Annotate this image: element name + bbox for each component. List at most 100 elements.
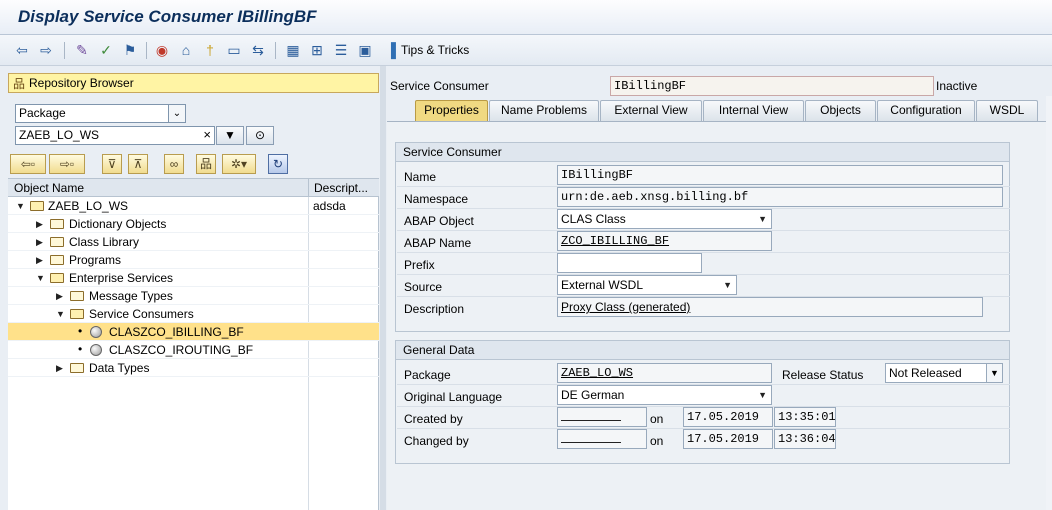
repository-browser-pane: 品 Repository Browser Package ⌄ ZAEB_LO_W…: [0, 66, 386, 510]
created-by-field[interactable]: [557, 407, 647, 427]
tree-node-ibilling-consumer[interactable]: • CLASZCO_IBILLING_BF: [8, 323, 379, 341]
object-name-input[interactable]: ZAEB_LO_WS ×: [15, 126, 215, 145]
repository-browser-button[interactable]: 品 Repository Browser: [8, 73, 379, 93]
original-language-value: DE German: [561, 388, 625, 402]
release-status-select[interactable]: Not Released ▼: [885, 363, 1003, 383]
package-folder-icon: [30, 201, 44, 211]
column-object-name[interactable]: Object Name: [14, 181, 84, 195]
tree-label: ZAEB_LO_WS: [48, 199, 129, 213]
collapse-triangle-icon[interactable]: ▼: [16, 199, 25, 213]
dropdown-history-button[interactable]: ▼: [216, 126, 244, 145]
stack-icon[interactable]: ⊞: [309, 42, 325, 58]
object-list-icon[interactable]: ⌂: [178, 42, 194, 58]
source-select[interactable]: External WSDL ▼: [557, 275, 737, 295]
expand-triangle-icon[interactable]: ▶: [36, 253, 43, 267]
tree-node-programs[interactable]: ▶ Programs: [8, 251, 379, 269]
tree-node-dictionary-objects[interactable]: ▶ Dictionary Objects: [8, 215, 379, 233]
tree-label: CLASZCO_IROUTING_BF: [109, 343, 254, 357]
name-field[interactable]: IBillingBF: [557, 165, 1003, 185]
changed-date-field[interactable]: 17.05.2019: [683, 429, 773, 449]
tab-internal-view[interactable]: Internal View: [703, 100, 804, 121]
screen-icon[interactable]: ▣: [357, 42, 373, 58]
hierarchy-icon[interactable]: ▦: [285, 42, 301, 58]
object-type-select[interactable]: Package ⌄: [15, 104, 186, 123]
tree-label: Programs: [69, 253, 122, 267]
display-glasses-icon[interactable]: ⊙: [246, 126, 274, 145]
expand-triangle-icon[interactable]: ▶: [56, 361, 63, 375]
tree-node-class-library[interactable]: ▶ Class Library: [8, 233, 379, 251]
abap-name-field[interactable]: ZCO_IBILLING_BF: [557, 231, 772, 251]
expand-triangle-icon[interactable]: ▶: [56, 289, 63, 303]
forward-arrow-icon[interactable]: ⇨: [38, 42, 54, 58]
navigate-icon[interactable]: ▭: [226, 42, 242, 58]
tab-objects[interactable]: Objects: [805, 100, 876, 121]
other-object-icon[interactable]: †: [202, 42, 218, 58]
tree-node-enterprise-services[interactable]: ▼ Enterprise Services: [8, 269, 379, 287]
tab-name-problems[interactable]: Name Problems: [489, 100, 599, 121]
tab-wsdl[interactable]: WSDL: [976, 100, 1038, 121]
window-title: Display Service Consumer IBillingBF: [18, 7, 317, 26]
back-arrow-icon[interactable]: ⇦: [14, 42, 30, 58]
tree-node-data-types[interactable]: ▶ Data Types: [8, 359, 379, 377]
tab-configuration[interactable]: Configuration: [877, 100, 975, 121]
folder-open-icon: [70, 309, 84, 319]
prefix-field[interactable]: [557, 253, 702, 273]
changed-by-field[interactable]: [557, 429, 647, 449]
description-label: Description: [404, 302, 465, 316]
next-object-button[interactable]: ⇨▫: [49, 154, 85, 174]
chevron-down-icon[interactable]: ▼: [986, 364, 1002, 382]
chevron-down-icon[interactable]: ▼: [758, 210, 767, 228]
expand-triangle-icon[interactable]: ▶: [36, 235, 43, 249]
tips-icon[interactable]: ▐: [383, 42, 399, 58]
description-field[interactable]: Proxy Class (generated): [557, 297, 983, 317]
collapse-icon[interactable]: ⊼: [128, 154, 148, 174]
tree-node-package[interactable]: ▼ ZAEB_LO_WS adsda: [8, 197, 379, 215]
activate-icon[interactable]: ⚑: [122, 42, 138, 58]
package-field[interactable]: ZAEB_LO_WS: [557, 363, 772, 383]
release-status-label: Release Status: [782, 368, 864, 382]
general-data-group: General Data Package ZAEB_LO_WS Release …: [395, 340, 1010, 464]
collapse-triangle-icon[interactable]: ▼: [36, 271, 45, 285]
tab-external-view[interactable]: External View: [600, 100, 702, 121]
tree-header: Object Name Descript...: [8, 178, 379, 197]
bullet-icon: •: [78, 342, 83, 356]
chevron-down-icon[interactable]: ▼: [758, 386, 767, 404]
service-consumer-label: Service Consumer: [390, 79, 489, 93]
column-description[interactable]: Descript...: [314, 181, 368, 195]
tab-properties[interactable]: Properties: [415, 100, 488, 121]
previous-object-button[interactable]: ⇦▫: [10, 154, 46, 174]
find-binoculars-icon[interactable]: ∞: [164, 154, 184, 174]
original-language-select[interactable]: DE German ▼: [557, 385, 772, 405]
chevron-down-icon[interactable]: ▼: [723, 276, 732, 294]
changed-time-field[interactable]: 13:36:04: [774, 429, 836, 449]
display-object-list-icon[interactable]: ⇆: [250, 42, 266, 58]
tree-node-service-consumers[interactable]: ▼ Service Consumers: [8, 305, 379, 323]
object-name-value: ZAEB_LO_WS: [19, 128, 100, 142]
tree-node-message-types[interactable]: ▶ Message Types: [8, 287, 379, 305]
abap-name-value: ZCO_IBILLING_BF: [561, 234, 670, 248]
created-on-label: on: [650, 412, 664, 426]
vertical-scrollbar[interactable]: [1046, 96, 1052, 510]
check-icon[interactable]: ✓: [98, 42, 114, 58]
namespace-field[interactable]: urn:de.aeb.xnsg.billing.bf: [557, 187, 1003, 207]
created-date-field[interactable]: 17.05.2019: [683, 407, 773, 427]
created-time-field[interactable]: 13:35:01: [774, 407, 836, 427]
expand-triangle-icon[interactable]: ▶: [36, 217, 43, 231]
clear-icon[interactable]: ×: [203, 127, 211, 143]
folder-icon: [70, 291, 84, 301]
edit-icon[interactable]: ✎: [74, 42, 90, 58]
settings-icon[interactable]: ✲▾: [222, 154, 256, 174]
refresh-icon[interactable]: ↻: [268, 154, 288, 174]
info-icon[interactable]: ☰: [333, 42, 349, 58]
chevron-down-icon[interactable]: ⌄: [168, 105, 185, 122]
collapse-triangle-icon[interactable]: ▼: [56, 307, 65, 321]
abap-object-value: CLAS Class: [561, 212, 626, 226]
service-consumer-field[interactable]: IBillingBF: [610, 76, 934, 96]
toolbar-separator: [275, 42, 276, 59]
where-used-icon[interactable]: ◉: [154, 42, 170, 58]
tree-hierarchy-icon[interactable]: 品: [196, 154, 216, 174]
expand-icon[interactable]: ⊽: [102, 154, 122, 174]
abap-object-select[interactable]: CLAS Class ▼: [557, 209, 772, 229]
tree-node-irouting-consumer[interactable]: • CLASZCO_IROUTING_BF: [8, 341, 379, 359]
tips-and-tricks-button[interactable]: Tips & Tricks: [401, 43, 469, 57]
